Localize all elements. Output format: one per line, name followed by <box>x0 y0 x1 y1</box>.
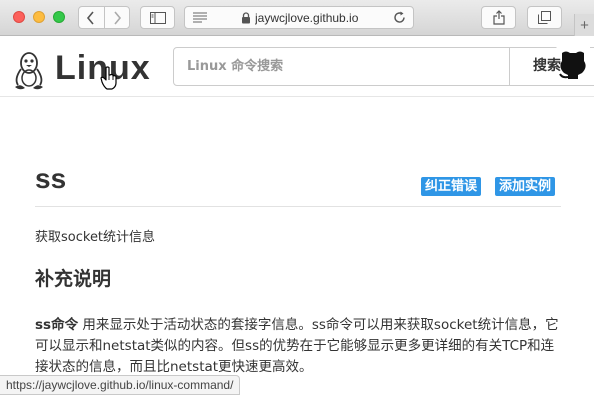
site-header: Linux Linux 命令搜索 搜索 <box>0 37 594 97</box>
tabs-icon <box>538 11 551 24</box>
tab-overview-button[interactable] <box>527 6 562 29</box>
tux-logo-icon[interactable] <box>11 51 47 91</box>
section-body: ss命令 用来显示处于活动状态的套接字信息。ss命令可以用来获取socket统计… <box>35 315 565 378</box>
add-example-button[interactable]: 添加实例 <box>495 177 556 196</box>
new-tab-button[interactable]: + <box>574 14 594 36</box>
url-text: jaywcjlove.github.io <box>255 11 359 25</box>
hand-pointer-cursor-icon <box>100 66 117 90</box>
section-body-text: 用来显示处于活动状态的套接字信息。ss命令可以用来获取socket统计信息，它可… <box>35 317 559 375</box>
history-nav <box>78 6 130 29</box>
title-divider <box>35 206 561 207</box>
back-button[interactable] <box>79 7 104 28</box>
zoom-window-button[interactable] <box>53 11 65 23</box>
github-octocat-icon[interactable] <box>556 47 590 81</box>
command-name-bold: ss命令 <box>35 317 79 333</box>
close-window-button[interactable] <box>13 11 25 23</box>
section-heading: 补充说明 <box>35 268 112 290</box>
sidebar-toggle-button[interactable] <box>140 6 175 29</box>
minimize-window-button[interactable] <box>33 11 45 23</box>
chevron-left-icon <box>87 10 94 25</box>
chevron-right-icon <box>114 10 121 25</box>
address-bar[interactable]: jaywcjlove.github.io <box>184 6 414 29</box>
browser-toolbar: jaywcjlove.github.io + <box>0 0 594 36</box>
reader-icon[interactable] <box>193 12 207 23</box>
sidebar-icon <box>149 11 166 24</box>
share-button[interactable] <box>481 6 516 29</box>
fix-error-button[interactable]: 纠正错误 <box>421 177 482 196</box>
status-bar-link-url: https://jaywcjlove.github.io/linux-comma… <box>0 375 241 395</box>
share-icon <box>492 10 505 25</box>
reload-icon[interactable] <box>393 11 406 24</box>
command-title: ss <box>35 163 67 194</box>
lock-icon <box>242 12 250 24</box>
command-description: 获取socket统计信息 <box>35 230 156 245</box>
command-search-input[interactable]: Linux 命令搜索 <box>173 47 510 86</box>
search-placeholder: Linux 命令搜索 <box>187 59 284 74</box>
forward-button[interactable] <box>103 7 130 28</box>
